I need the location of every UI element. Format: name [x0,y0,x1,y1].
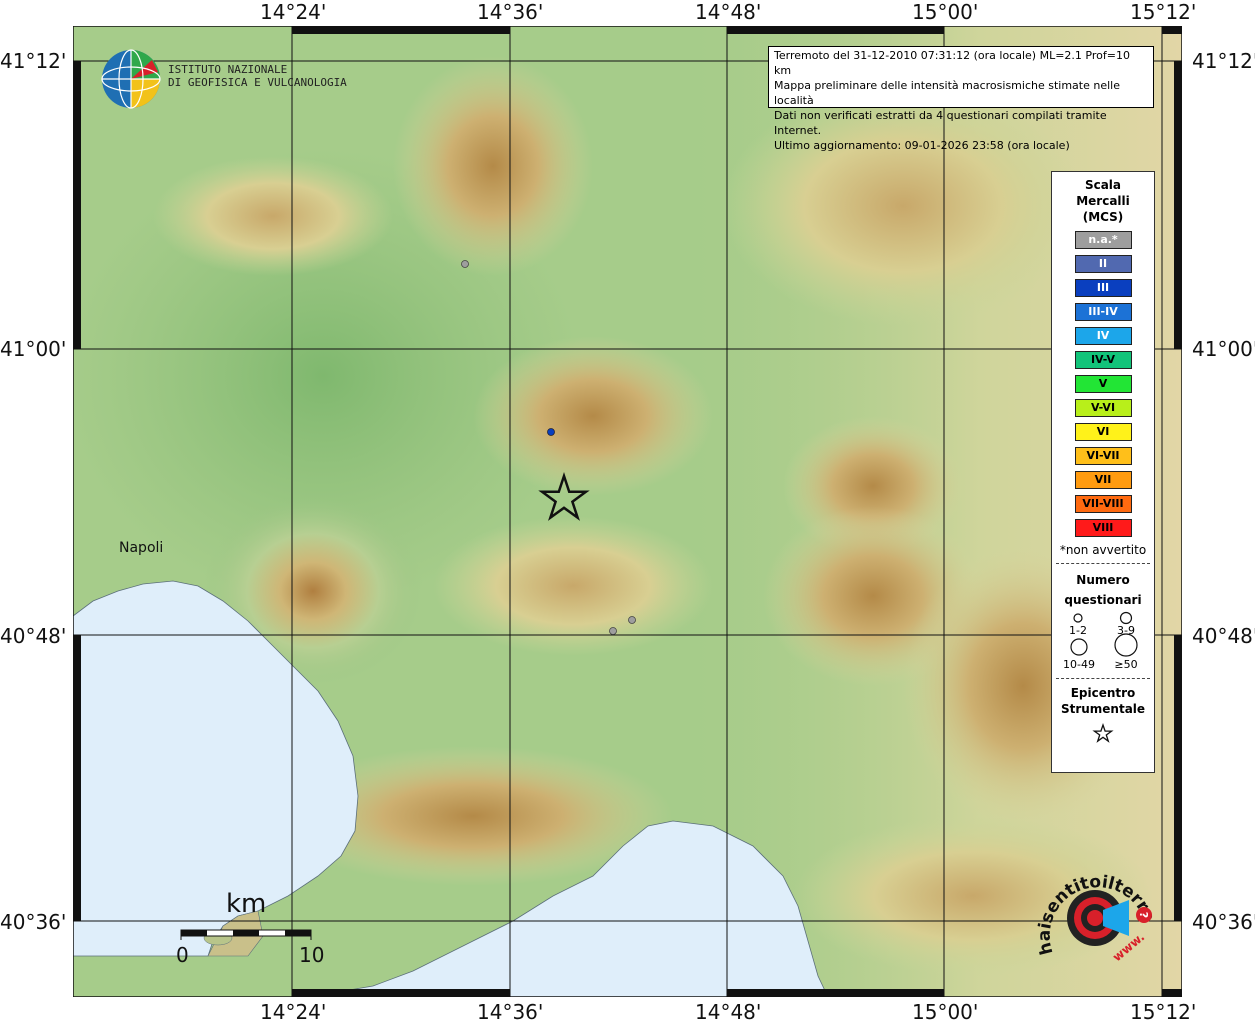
city-label-napoli: Napoli [119,540,164,556]
size-circle-10-49-icon [1070,638,1088,656]
institute-name-line2: DI GEOFISICA E VULCANOLOGIA [168,76,347,89]
mcs-swatch-v: V [1074,375,1132,393]
lon-label-bottom-4: 15°00' [912,1000,979,1024]
event-info-line3: Dati non verificati estratti da 4 questi… [774,109,1107,137]
lon-label-top-2: 14°36' [477,0,544,24]
epicenter-title-line2: Strumentale [1060,702,1146,716]
mcs-scale-swatches: n.a.* II III III-IV IV IV-V V V-VI VI VI-VII VII VI… [1052,231,1154,537]
size-circle-1-2-icon [1073,613,1083,623]
lon-label-top-5: 15°12' [1130,0,1197,24]
lat-label-left-3: 40°48' [0,624,67,648]
epicenter-title-line1: Epicentro [1070,686,1136,700]
mcs-swatch-vii: VII [1074,471,1132,489]
mcs-swatch-viii: VIII [1074,519,1132,537]
mcs-swatch-iv-v: IV-V [1074,351,1132,369]
observation-point-na[interactable] [461,260,469,268]
mcs-swatch-iii: III [1074,279,1132,297]
map-canvas[interactable] [73,26,1182,997]
epicenter-legend-star-icon [1092,723,1114,743]
event-info-line2: Mappa preliminare delle intensità macros… [774,79,1120,107]
size-circle-50-icon [1114,633,1138,657]
event-info-line1: Terremoto del 31-12-2010 07:31:12 (ora l… [774,49,1130,77]
lon-label-top-4: 15°00' [912,0,979,24]
questionnaires-title: Numero questionari [1052,570,1154,610]
institute-name-line1: ISTITUTO NAZIONALE [168,63,288,76]
legend-title-line3: (MCS) [1082,210,1124,224]
lon-label-top-1: 14°24' [260,0,327,24]
lat-label-left-2: 41°00' [0,337,67,361]
mcs-swatch-iii-iv: III-IV [1074,303,1132,321]
mcs-swatch-vii-viii: VII-VIII [1074,495,1132,513]
legend-divider [1056,678,1150,679]
legend-title-line1: Scala [1084,178,1122,192]
legend-title: Scala Mercalli (MCS) [1052,177,1154,225]
mcs-swatch-n-a-: n.a.* [1074,231,1132,249]
questionnaires-title-line2: questionari [1064,593,1142,607]
institute-name: ISTITUTO NAZIONALE DI GEOFISICA E VULCAN… [168,63,347,89]
observation-point-na[interactable] [609,627,617,635]
mcs-swatch-vi-vii: VI-VII [1074,447,1132,465]
lon-label-bottom-1: 14°24' [260,1000,327,1024]
lon-label-bottom-5: 15°12' [1130,1000,1197,1024]
scale-end-label: 10 [299,943,325,967]
lon-label-bottom-2: 14°36' [477,1000,544,1024]
lon-label-bottom-3: 14°48' [695,1000,762,1024]
questionnaires-title-line1: Numero [1076,573,1130,587]
size-label-50: ≥50 [1114,658,1138,671]
mcs-swatch-v-vi: V-VI [1074,399,1132,417]
legend-title-line2: Mercalli [1076,194,1130,208]
lat-label-right-2: 41°00' [1192,337,1255,361]
lat-label-left-1: 41°12' [0,49,67,73]
lon-label-top-3: 14°48' [695,0,762,24]
scale-start-label: 0 [176,943,189,967]
legend-panel: Scala Mercalli (MCS) n.a.* II III III-IV IV I… [1051,171,1155,773]
lat-label-left-4: 40°36' [0,910,67,934]
event-info-line4: Ultimo aggiornamento: 09-01-2026 23:58 (… [774,139,1070,152]
relief-north-west [153,156,393,276]
map-frame[interactable] [73,26,1182,997]
size-label-10-49: 10-49 [1063,658,1095,671]
lat-label-right-4: 40°36' [1192,910,1255,934]
relief-north [393,56,593,276]
mcs-swatch-iv: IV [1074,327,1132,345]
event-info-box: Terremoto del 31-12-2010 07:31:12 (ora l… [768,46,1154,152]
mcs-swatch-vi: VI [1074,423,1132,441]
size-legend: 1-2 3-9 10-49 ≥50 [1052,610,1154,676]
legend-divider [1056,563,1150,564]
lat-label-right-3: 40°48' [1192,624,1255,648]
svg-text:?: ? [1137,912,1150,918]
observation-point-iii[interactable] [547,428,555,436]
ingv-logo-icon [101,49,161,109]
scale-unit-label: km [226,889,267,919]
relief-center [473,336,713,496]
non-felt-note: *non avvertito [1059,543,1147,557]
lat-label-right-1: 41°12' [1192,49,1255,73]
haisentito-logo-icon: haisentitoilterremoto.it ? www. [1033,858,1159,964]
observation-point-na[interactable] [628,616,636,624]
epicenter-title: Epicentro Strumentale [1052,685,1154,717]
mcs-swatch-ii: II [1074,255,1132,273]
